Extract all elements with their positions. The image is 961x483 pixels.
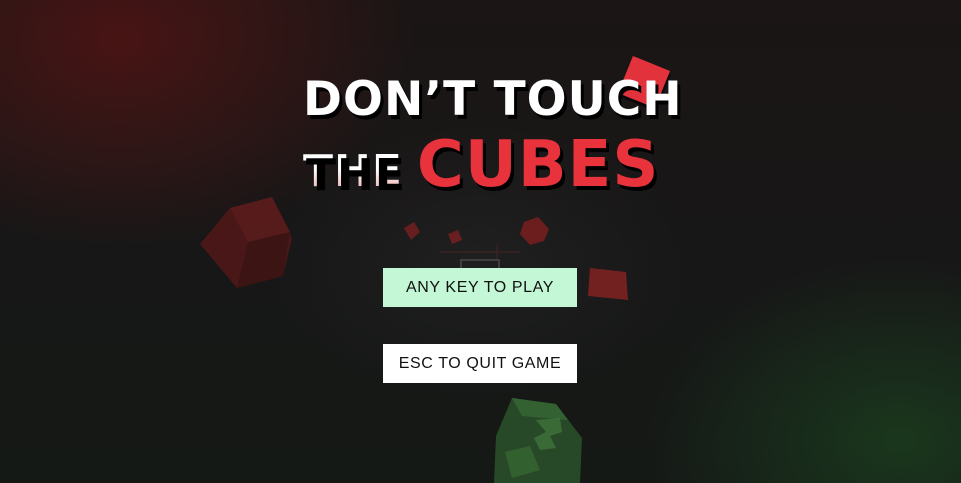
title-line-2: THE CUBES xyxy=(303,128,659,202)
red-cube-small-3 xyxy=(520,217,549,245)
play-button[interactable]: ANY KEY TO PLAY xyxy=(383,268,577,307)
red-cube-large xyxy=(200,197,292,288)
red-cube-small-1 xyxy=(404,222,420,240)
red-cube-small-2 xyxy=(448,230,462,244)
title-word-cubes: CUBES xyxy=(416,128,660,202)
red-cube-right xyxy=(588,268,628,300)
green-cube xyxy=(494,398,582,483)
player-ship xyxy=(440,244,520,271)
game-title: DON’T TOUCH THE CUBES xyxy=(0,0,961,210)
title-word-the: THE xyxy=(303,146,403,197)
title-line-1: DON’T TOUCH xyxy=(303,72,683,127)
quit-button[interactable]: ESC TO QUIT GAME xyxy=(383,344,577,383)
